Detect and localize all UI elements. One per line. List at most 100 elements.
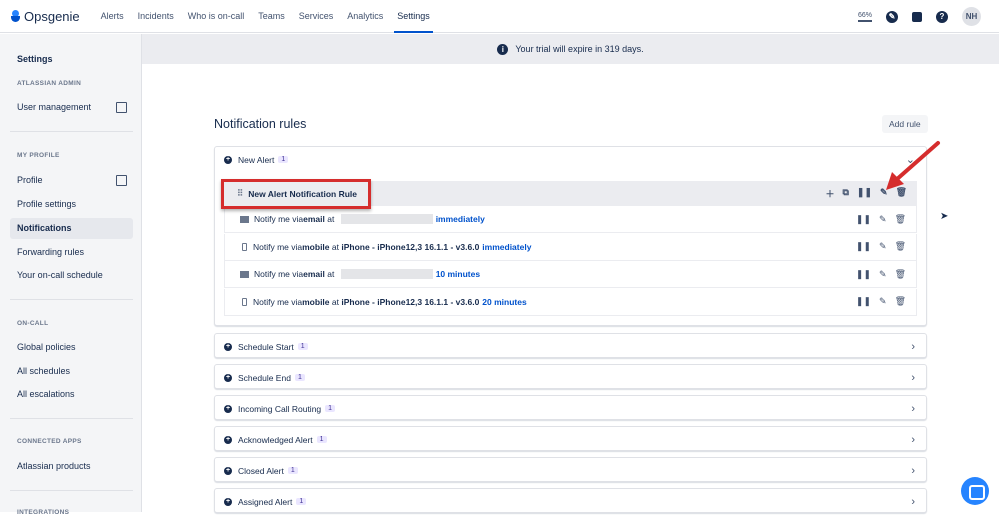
rule-group[interactable]: + Closed Alert 1 › (214, 457, 927, 482)
step-delay[interactable]: immediately (482, 242, 531, 252)
group-name: New Alert (238, 154, 275, 165)
rule-group[interactable]: + Assigned Alert 1 › (214, 488, 927, 513)
step-delay[interactable]: 10 minutes (436, 269, 480, 279)
rule-group[interactable]: + Schedule Start 1 › (214, 333, 927, 358)
add-step-icon[interactable]: ＋ (825, 187, 834, 200)
redacted-email (340, 214, 433, 224)
edit-icon[interactable]: ✎ (879, 296, 887, 307)
trash-icon[interactable]: 🗑 (895, 214, 906, 225)
step-method: mobile (302, 241, 330, 252)
section-atlassian-admin: ATLASSIAN ADMIN (17, 80, 82, 87)
step-method: mobile (302, 296, 330, 307)
group-name: Assigned Alert (238, 496, 293, 507)
plus-circle-icon: + (224, 497, 232, 506)
sidebar-item-on-call-schedule[interactable]: Your on-call schedule (10, 265, 133, 286)
sidebar-item-profile[interactable]: Profile (10, 170, 133, 191)
nav-analytics[interactable]: Analytics (347, 0, 383, 33)
trash-icon[interactable]: 🗑 (895, 269, 906, 280)
chevron-right-icon[interactable]: › (911, 403, 915, 415)
usage-indicator[interactable]: 66% (857, 11, 872, 22)
apps-icon[interactable] (912, 11, 922, 22)
step-text: Notify me via (253, 296, 303, 307)
trash-icon[interactable]: 🗑 (895, 241, 906, 252)
nav-services[interactable]: Services (299, 0, 334, 33)
count-badge: 1 (278, 156, 289, 163)
rule-group-header[interactable]: + New Alert 1 ⌄ (215, 147, 926, 172)
rule-group[interactable]: + Incoming Call Routing 1 › (214, 395, 927, 420)
sidebar-item-notifications[interactable]: Notifications (10, 218, 133, 239)
step-text: at (329, 296, 342, 307)
opsgenie-logo[interactable]: Opsgenie (11, 9, 80, 24)
count-badge: 1 (316, 436, 327, 443)
rocket-icon[interactable]: ✎ (886, 10, 898, 23)
chat-button[interactable] (961, 477, 989, 505)
sidebar-item-atlassian-products[interactable]: Atlassian products (10, 456, 133, 477)
divider (10, 490, 133, 491)
nav-incidents[interactable]: Incidents (138, 0, 174, 33)
section-my-profile: MY PROFILE (17, 152, 60, 159)
nav-who-is-on-call[interactable]: Who is on-call (188, 0, 245, 33)
sidebar-item-forwarding-rules[interactable]: Forwarding rules (10, 242, 133, 263)
nav-teams[interactable]: Teams (258, 0, 285, 33)
chevron-right-icon[interactable]: › (911, 465, 915, 477)
group-name: Schedule Start (238, 341, 294, 352)
sidebar-item-all-schedules[interactable]: All schedules (10, 361, 133, 382)
trash-icon[interactable]: 🗑 (895, 296, 906, 307)
step-delay[interactable]: 20 minutes (482, 297, 526, 307)
count-badge: 1 (325, 405, 336, 412)
add-rule-button[interactable]: Add rule (882, 115, 928, 133)
plus-circle-icon: + (224, 342, 232, 351)
pause-icon[interactable]: ❚❚ (857, 187, 872, 200)
pause-icon[interactable]: ❚❚ (856, 214, 871, 225)
nav-settings[interactable]: Settings (394, 0, 433, 33)
label: User management (17, 102, 92, 112)
step-actions: ❚❚ ✎ 🗑 (856, 296, 906, 307)
divider (10, 131, 133, 132)
count-badge: 1 (297, 343, 308, 350)
step-actions: ❚❚ ✎ 🗑 (856, 269, 906, 280)
notification-step[interactable]: Notify me via mobile at iPhone - iPhone1… (224, 233, 917, 261)
notification-step[interactable]: Notify me via mobile at iPhone - iPhone1… (224, 288, 917, 316)
sidebar-item-global-policies[interactable]: Global policies (10, 337, 133, 358)
chevron-right-icon[interactable]: › (911, 434, 915, 446)
notification-step[interactable]: Notify me via email at immediately ❚❚ ✎ 🗑 (224, 206, 917, 233)
sidebar-item-profile-settings[interactable]: Profile settings (10, 194, 133, 215)
plus-circle-icon: + (224, 435, 232, 444)
section-on-call: ON-CALL (17, 320, 49, 327)
divider (10, 299, 133, 300)
top-nav: Opsgenie Alerts Incidents Who is on-call… (0, 0, 999, 33)
copy-icon[interactable]: ⧉ (842, 187, 848, 200)
pause-icon[interactable]: ❚❚ (856, 269, 871, 280)
step-actions: ❚❚ ✎ 🗑 (856, 241, 906, 252)
mobile-icon (242, 297, 247, 306)
red-arrow-annotation (886, 141, 940, 190)
sidebar-item-user-management[interactable]: User management (10, 97, 133, 118)
rule-group[interactable]: + Acknowledged Alert 1 › (214, 426, 927, 451)
trial-banner: i Your trial will expire in 319 days. (142, 34, 999, 64)
avatar[interactable]: NH (962, 7, 981, 26)
step-text: at (324, 214, 337, 224)
pause-icon[interactable]: ❚❚ (856, 241, 871, 252)
nav-alerts[interactable]: Alerts (101, 0, 124, 33)
rule-group[interactable]: + Schedule End 1 › (214, 364, 927, 389)
edit-icon[interactable]: ✎ (879, 269, 887, 280)
edit-icon[interactable]: ✎ (879, 214, 887, 225)
email-icon (240, 270, 249, 278)
help-icon[interactable]: ? (936, 10, 948, 23)
group-name: Acknowledged Alert (238, 434, 313, 445)
plus-circle-icon: + (224, 466, 232, 475)
chevron-right-icon[interactable]: › (911, 496, 915, 508)
opsgenie-logo-icon (11, 10, 20, 22)
chevron-right-icon[interactable]: › (911, 372, 915, 384)
count-badge: 1 (287, 467, 298, 474)
notification-step[interactable]: Notify me via email at 10 minutes ❚❚ ✎ 🗑 (224, 261, 917, 288)
divider (10, 418, 133, 419)
brand-name: Opsgenie (24, 8, 80, 24)
plus-circle-icon: + (224, 373, 232, 382)
edit-icon[interactable]: ✎ (879, 241, 887, 252)
chevron-right-icon[interactable]: › (911, 341, 915, 353)
pause-icon[interactable]: ❚❚ (856, 296, 871, 307)
step-delay[interactable]: immediately (436, 214, 485, 224)
sidebar-item-all-escalations[interactable]: All escalations (10, 384, 133, 405)
step-method: email (303, 214, 325, 224)
